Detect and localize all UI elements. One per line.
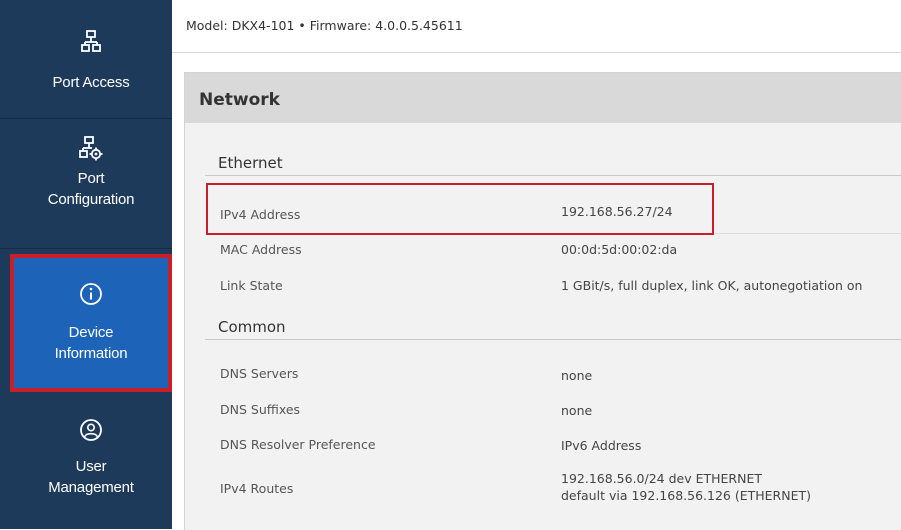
row-value-dns-resolver-preference: IPv6 Address <box>561 438 642 453</box>
row-label-link-state: Link State <box>220 278 283 293</box>
sidebar-item-label: Device <box>68 324 114 341</box>
section-divider <box>205 339 901 340</box>
panel-header: Network <box>185 73 901 123</box>
user-icon <box>80 419 102 441</box>
row-value-ipv4-routes-line-2: default via 192.168.56.126 (ETHERNET) <box>561 488 811 503</box>
network-icon <box>81 30 101 52</box>
sidebar-item-label: Port Access <box>52 74 130 91</box>
row-value-dns-suffixes: none <box>561 403 593 418</box>
row-label-dns-suffixes: DNS Suffixes <box>220 402 301 417</box>
row-label-ipv4-routes: IPv4 Routes <box>220 481 294 496</box>
sidebar-divider <box>0 118 172 119</box>
page-title: Network <box>199 90 280 110</box>
row-label-mac-address: MAC Address <box>220 242 302 257</box>
sidebar-item-label: Port <box>77 170 105 187</box>
sidebar-item-label: Configuration <box>47 191 135 208</box>
row-value-ipv4-routes-line-1: 192.168.56.0/24 dev ETHERNET <box>561 471 762 486</box>
row-value-link-state: 1 GBit/s, full duplex, link OK, autonego… <box>561 278 863 293</box>
section-divider <box>205 175 901 176</box>
section-title-common: Common <box>218 318 286 336</box>
highlight-box-ipv4-address <box>206 183 714 235</box>
row-label-dns-resolver-preference: DNS Resolver Preference <box>220 437 376 452</box>
row-value-dns-servers: none <box>561 368 593 383</box>
sidebar-item-label: Information <box>54 345 128 362</box>
top-bar: Model: DKX4-101 • Firmware: 4.0.0.5.4561… <box>172 0 901 53</box>
sidebar: Port Access Port Configuration Device In… <box>0 0 172 529</box>
row-label-dns-servers: DNS Servers <box>220 366 299 381</box>
info-icon <box>80 283 102 305</box>
sidebar-item-port-configuration[interactable]: Port Configuration <box>14 136 168 210</box>
network-panel: Network Ethernet IPv4 Address 192.168.56… <box>184 72 901 530</box>
model-firmware-info: Model: DKX4-101 • Firmware: 4.0.0.5.4561… <box>186 18 463 33</box>
sidebar-item-device-information[interactable]: Device Information <box>14 258 168 388</box>
sidebar-item-label: User <box>75 458 107 475</box>
sidebar-item-user-management[interactable]: User Management <box>14 418 168 498</box>
sidebar-divider <box>0 248 172 249</box>
section-title-ethernet: Ethernet <box>218 154 283 172</box>
row-value-mac-address: 00:0d:5d:00:02:da <box>561 242 678 257</box>
sidebar-item-port-access[interactable]: Port Access <box>14 30 168 93</box>
sidebar-item-label: Management <box>48 479 134 496</box>
network-settings-icon <box>79 136 103 161</box>
